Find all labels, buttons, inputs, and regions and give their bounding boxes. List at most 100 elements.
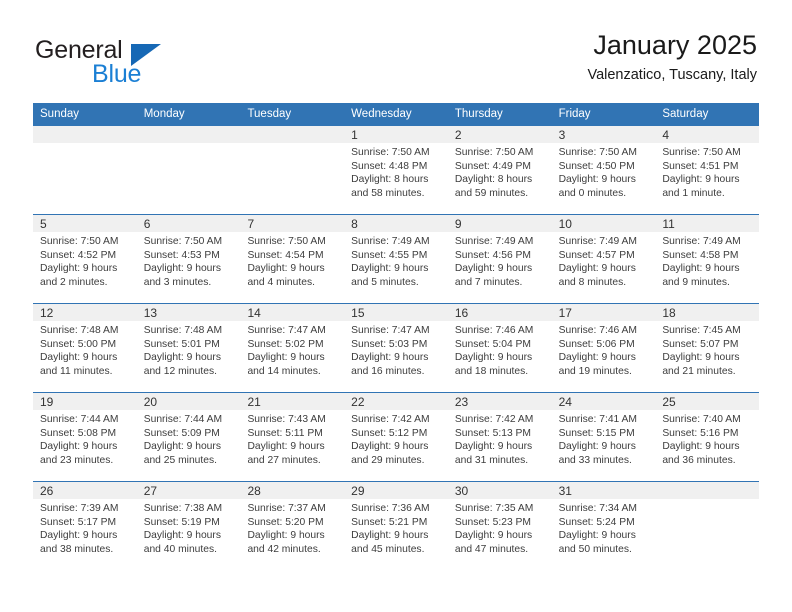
calendar-day-cell[interactable]: 20 Sunrise: 7:44 AM Sunset: 5:09 PM Dayligh… [136,393,241,481]
day-number-band: 30 [447,482,552,499]
calendar-day-cell[interactable]: 9 Sunrise: 7:49 AM Sunset: 4:56 PM Daylight… [447,215,552,303]
day-info: Sunrise: 7:46 AM Sunset: 5:04 PM Daylight:… [448,321,552,378]
daylight-text-line1: Daylight: 9 hours [351,352,429,364]
daylight-text-line1: Daylight: 9 hours [662,174,740,186]
sunset-text: Sunset: 4:57 PM [558,249,635,261]
sunset-text: Sunset: 5:11 PM [247,427,323,439]
calendar-day-cell[interactable]: 31 Sunrise: 7:34 AM Sunset: 5:24 PM Dayligh… [551,482,656,570]
sunset-text: Sunset: 5:03 PM [351,338,428,350]
calendar-page: General Blue January 2025 Valenzatico, T… [0,0,792,612]
calendar-day-cell[interactable]: 7 Sunrise: 7:50 AM Sunset: 4:54 PM Daylight… [240,215,345,303]
sunset-text: Sunset: 5:09 PM [143,427,220,439]
day-number: 21 [247,395,261,409]
sunset-text: Sunset: 5:24 PM [558,516,635,528]
calendar-day-cell[interactable]: 29 Sunrise: 7:36 AM Sunset: 5:21 PM Dayligh… [344,482,448,570]
day-number: 23 [454,395,469,409]
sunrise-text: Sunrise: 7:49 AM [351,236,430,247]
daylight-text-line2: and 4 minutes. [247,276,315,288]
day-number-band: 20 [136,393,241,410]
calendar-day-cell[interactable]: 13 Sunrise: 7:48 AM Sunset: 5:01 PM Dayligh… [136,304,241,392]
day-number: 9 [454,217,462,231]
sunrise-text: Sunrise: 7:48 AM [40,325,119,336]
calendar-day-cell[interactable]: 3 Sunrise: 7:50 AM Sunset: 4:50 PM Daylight… [551,126,656,214]
calendar-day-cell[interactable]: 21 Sunrise: 7:43 AM Sunset: 5:11 PM Dayligh… [240,393,345,481]
day-number: 20 [143,395,158,409]
day-info: Sunrise: 7:45 AM Sunset: 5:07 PM Daylight:… [655,321,759,378]
daylight-text-line1: Daylight: 9 hours [143,441,221,453]
calendar-day-cell[interactable]: 4 Sunrise: 7:50 AM Sunset: 4:51 PM Daylight… [655,126,760,214]
calendar-day-cell[interactable]: 23 Sunrise: 7:42 AM Sunset: 5:13 PM Dayligh… [447,393,552,481]
calendar-day-cell[interactable]: 8 Sunrise: 7:49 AM Sunset: 4:55 PM Daylight… [344,215,448,303]
calendar-day-cell[interactable]: 12 Sunrise: 7:48 AM Sunset: 5:00 PM Dayligh… [33,304,137,392]
sunrise-text: Sunrise: 7:49 AM [558,236,638,247]
day-number-band: 11 [655,215,760,232]
calendar-day-cell[interactable]: 28 Sunrise: 7:37 AM Sunset: 5:20 PM Dayligh… [240,482,345,570]
day-number-band [33,126,137,143]
calendar-day-cell[interactable]: 26 Sunrise: 7:39 AM Sunset: 5:17 PM Dayligh… [33,482,137,570]
calendar-day-cell[interactable]: 14 Sunrise: 7:47 AM Sunset: 5:02 PM Dayligh… [240,304,345,392]
sunset-text: Sunset: 5:13 PM [454,427,532,439]
day-number-band: 4 [655,126,760,143]
daylight-text-line2: and 14 minutes. [247,365,321,377]
day-number-band: 6 [136,215,241,232]
sunrise-text: Sunrise: 7:50 AM [558,147,638,158]
daylight-text-line2: and 8 minutes. [558,276,627,288]
sunrise-text: Sunrise: 7:50 AM [351,147,430,158]
day-number-band [655,482,760,499]
day-number-band: 31 [551,482,656,499]
sunset-text: Sunset: 5:01 PM [143,338,220,350]
calendar-day-cell[interactable]: 11 Sunrise: 7:49 AM Sunset: 4:58 PM Dayligh… [655,215,760,303]
calendar-day-cell[interactable]: 25 Sunrise: 7:40 AM Sunset: 5:16 PM Dayligh… [655,393,760,481]
daylight-text-line2: and 29 minutes. [351,454,425,466]
calendar-day-cell[interactable]: 22 Sunrise: 7:42 AM Sunset: 5:12 PM Dayligh… [344,393,448,481]
calendar-day-cell[interactable]: 17 Sunrise: 7:46 AM Sunset: 5:06 PM Dayligh… [551,304,656,392]
calendar-day-cell[interactable]: 1 Sunrise: 7:50 AM Sunset: 4:48 PM Daylight… [344,126,448,214]
sunset-text: Sunset: 4:50 PM [558,160,635,172]
day-info: Sunrise: 7:43 AM Sunset: 5:11 PM Daylight:… [240,410,344,467]
day-info: Sunrise: 7:35 AM Sunset: 5:23 PM Daylight:… [448,499,552,556]
day-number: 11 [662,217,675,231]
calendar-week-row: 26 Sunrise: 7:39 AM Sunset: 5:17 PM Dayligh… [33,481,760,570]
daylight-text-line2: and 18 minutes. [454,365,529,377]
day-number-band: 17 [551,304,656,321]
day-info: Sunrise: 7:34 AM Sunset: 5:24 PM Daylight:… [552,499,656,556]
calendar-day-cell[interactable]: 16 Sunrise: 7:46 AM Sunset: 5:04 PM Dayligh… [447,304,552,392]
daylight-text-line2: and 21 minutes. [662,365,736,377]
calendar-day-cell[interactable]: 10 Sunrise: 7:49 AM Sunset: 4:57 PM Dayligh… [551,215,656,303]
calendar-day-cell[interactable]: 27 Sunrise: 7:38 AM Sunset: 5:19 PM Dayligh… [136,482,241,570]
sunrise-text: Sunrise: 7:42 AM [454,414,534,425]
calendar-week-row: 12 Sunrise: 7:48 AM Sunset: 5:00 PM Dayligh… [33,303,760,392]
daylight-text-line1: Daylight: 9 hours [351,530,429,542]
day-info: Sunrise: 7:49 AM Sunset: 4:57 PM Daylight:… [552,232,656,289]
day-number-band: 29 [344,482,448,499]
day-info: Sunrise: 7:44 AM Sunset: 5:09 PM Daylight:… [137,410,241,467]
calendar-day-cell[interactable]: 15 Sunrise: 7:47 AM Sunset: 5:03 PM Dayligh… [344,304,448,392]
day-number-band: 16 [447,304,552,321]
daylight-text-line2: and 2 minutes. [40,276,108,288]
daylight-text-line2: and 50 minutes. [558,543,632,555]
daylight-text-line1: Daylight: 9 hours [351,441,429,453]
sunrise-text: Sunrise: 7:39 AM [40,503,119,514]
day-number: 4 [662,128,669,142]
calendar-day-cell[interactable]: 18 Sunrise: 7:45 AM Sunset: 5:07 PM Dayligh… [655,304,760,392]
daylight-text-line2: and 58 minutes. [351,187,425,199]
calendar-day-cell[interactable]: 24 Sunrise: 7:41 AM Sunset: 5:15 PM Dayligh… [551,393,656,481]
day-info: Sunrise: 7:39 AM Sunset: 5:17 PM Daylight:… [33,499,137,556]
daylight-text-line1: Daylight: 9 hours [143,352,221,364]
general-blue-logo[interactable]: General Blue [33,36,253,92]
daylight-text-line1: Daylight: 8 hours [454,174,533,186]
day-number-band: 26 [33,482,137,499]
weekday-header-saturday: Saturday [662,108,709,120]
day-number-band: 12 [33,304,137,321]
calendar-day-cell[interactable]: 6 Sunrise: 7:50 AM Sunset: 4:53 PM Daylight… [136,215,241,303]
daylight-text-line1: Daylight: 9 hours [40,352,118,364]
daylight-text-line2: and 7 minutes. [454,276,523,288]
daylight-text-line1: Daylight: 9 hours [143,263,221,275]
calendar-day-cell[interactable]: 19 Sunrise: 7:44 AM Sunset: 5:08 PM Dayligh… [33,393,137,481]
day-number-band: 13 [136,304,241,321]
calendar-day-cell[interactable]: 30 Sunrise: 7:35 AM Sunset: 5:23 PM Dayligh… [447,482,552,570]
calendar-day-cell[interactable]: 2 Sunrise: 7:50 AM Sunset: 4:49 PM Daylight… [447,126,552,214]
calendar-day-cell-empty [136,126,241,214]
daylight-text-line1: Daylight: 9 hours [662,352,740,364]
calendar-day-cell[interactable]: 5 Sunrise: 7:50 AM Sunset: 4:52 PM Daylight… [33,215,137,303]
